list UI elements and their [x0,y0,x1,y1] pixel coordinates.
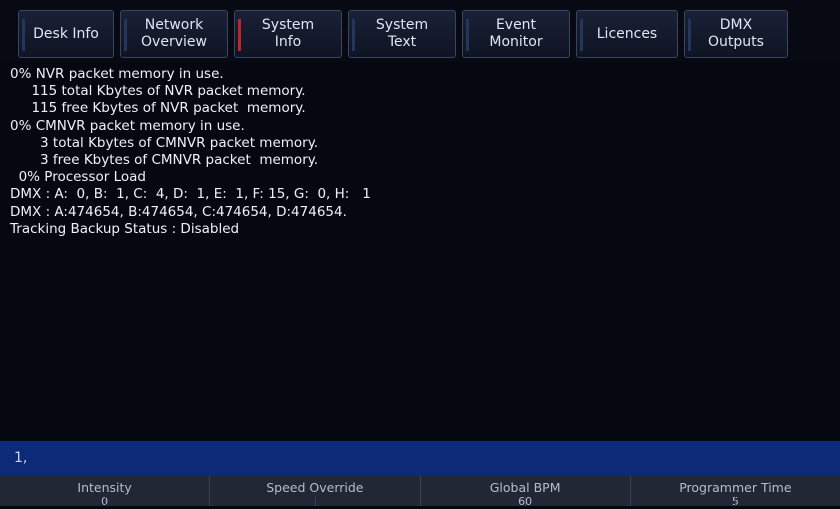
tab-system-text[interactable]: System Text [348,10,456,58]
tab-label: Event Monitor [489,17,543,50]
output-line: 0% Processor Load [10,169,146,186]
encoder-tick [104,497,106,506]
tab-label: Desk Info [33,25,99,42]
output-line: 0% CMNVR packet memory in use. [10,117,245,134]
encoder-label: Intensity [77,480,132,495]
tab-marker-active [238,19,241,51]
output-line: 3 free Kbytes of CMNVR packet memory. [10,152,319,169]
output-line: 0% NVR packet memory in use. [10,66,224,82]
output-line: 3 total Kbytes of CMNVR packet memory. [10,134,319,151]
tab-label: System Text [375,17,429,50]
command-line[interactable]: 1, [0,441,840,476]
tab-bar: Desk Info Network Overview System Info S… [0,0,840,62]
encoder-label: Global BPM [489,480,561,495]
tab-marker [124,19,127,51]
tab-desk-info[interactable]: Desk Info [18,10,114,58]
tab-dmx-outputs[interactable]: DMX Outputs [684,10,788,58]
encoder-bar: Intensity 0 Speed Override Global BPM 60… [0,476,840,509]
output-line: 115 free Kbytes of NVR packet memory. [10,100,306,117]
encoder-global-bpm[interactable]: Global BPM 60 [421,476,631,508]
encoder-programmer-time[interactable]: Programmer Time 5 [631,476,840,509]
tab-licences[interactable]: Licences [576,10,678,58]
encoder-speed-override[interactable]: Speed Override [210,476,421,506]
output-line: 115 total Kbytes of NVR packet memory. [10,83,306,100]
tab-label: Licences [596,25,658,42]
command-line-text: 1, [14,450,28,466]
tab-label: System Info [261,17,315,50]
encoder-label: Programmer Time [679,480,792,495]
encoder-label: Speed Override [266,480,364,495]
tab-system-info[interactable]: System Info [234,10,342,58]
tab-event-monitor[interactable]: Event Monitor [462,10,570,58]
output-line: DMX : A:474654, B:474654, C:474654, D:47… [10,203,347,220]
encoder-intensity[interactable]: Intensity 0 [0,476,211,508]
tab-marker [466,19,469,51]
encoder-tick [525,497,527,506]
encoder-tick [735,497,737,506]
tab-marker [580,19,583,51]
tab-marker [22,19,25,51]
encoder-tick [314,497,316,506]
output-line: Tracking Backup Status : Disabled [10,220,240,237]
system-info-output: 0% NVR packet memory in use. 115 total K… [10,66,830,436]
tab-network-overview[interactable]: Network Overview [120,10,228,58]
tab-marker [688,19,691,51]
output-line: DMX : A: 0, B: 1, C: 4, D: 1, E: 1, F: 1… [10,186,371,203]
tab-label: DMX Outputs [708,17,764,50]
tab-marker [352,19,355,51]
tab-label: Network Overview [141,17,207,50]
